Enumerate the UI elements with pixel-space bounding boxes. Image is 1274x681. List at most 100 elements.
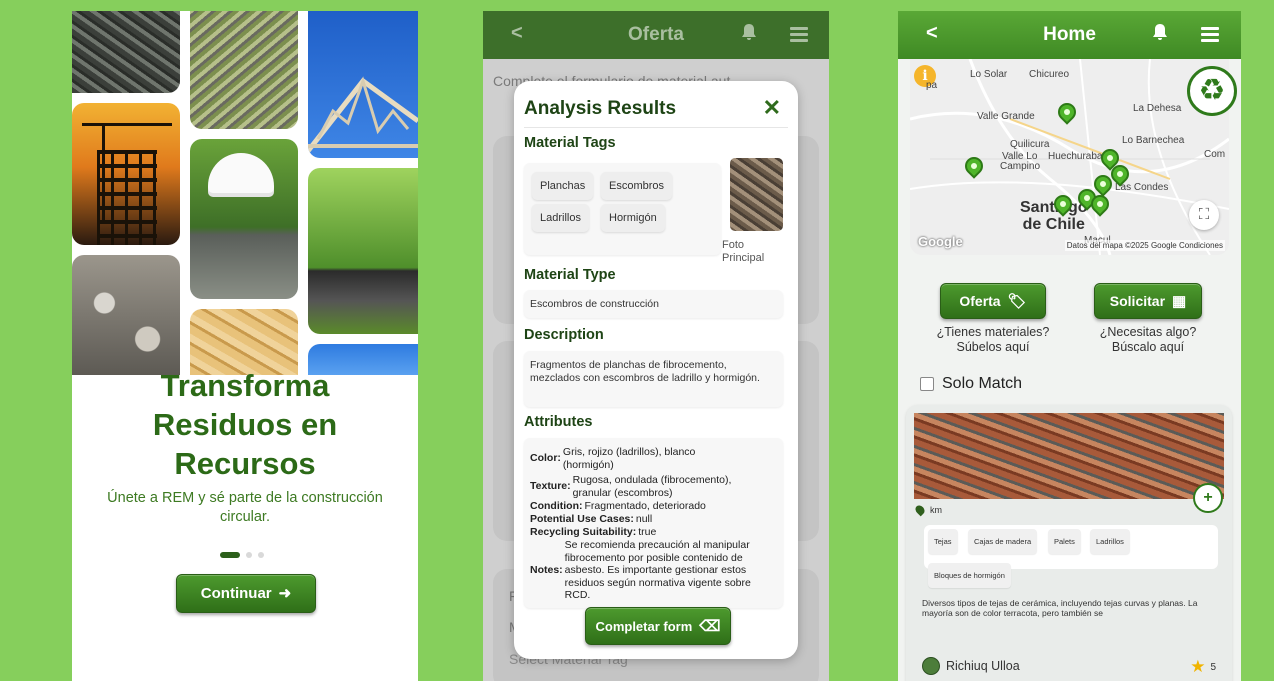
request-caption-line-2: Búscalo aquí bbox=[1111, 340, 1185, 354]
continue-label: Continuar bbox=[200, 585, 272, 602]
offer-caption: ¿Tienes materiales? Súbelos aquí bbox=[928, 325, 1058, 355]
attribute-value: null bbox=[635, 513, 653, 525]
material-type-heading: Material Type bbox=[524, 267, 616, 283]
attribute-key: Color: bbox=[530, 452, 561, 465]
map-label: Valle Grande bbox=[977, 111, 1035, 122]
map-attribution[interactable]: Datos del mapa ©2025 Google Condiciones bbox=[1064, 240, 1225, 251]
hero-title: Transforma Residuos en Recursos bbox=[72, 366, 418, 483]
analysis-results-modal: Analysis Results ✕ Material Tags Plancha… bbox=[514, 81, 798, 659]
listing-description: Diversos tipos de tejas de cerámica, inc… bbox=[922, 598, 1198, 618]
request-caption-line-1: ¿Necesitas algo? bbox=[1099, 325, 1197, 339]
fullscreen-icon[interactable]: ⛶ bbox=[1189, 200, 1219, 230]
distance-label: km bbox=[930, 505, 942, 515]
listing-tag[interactable]: Ladrillos bbox=[1090, 529, 1130, 554]
solo-match-checkbox[interactable] bbox=[920, 377, 934, 391]
top-bar: < Oferta bbox=[483, 11, 829, 59]
building-frame bbox=[97, 150, 157, 245]
attribute-condition: Condition: Fragmentado, deteriorado bbox=[530, 500, 706, 513]
listing-tag[interactable]: Bloques de hormigón bbox=[928, 563, 1011, 588]
description-heading: Description bbox=[524, 327, 604, 343]
listing-card[interactable]: + km Tejas Cajas de madera Palets Ladril… bbox=[906, 405, 1232, 681]
hard-hat-image bbox=[190, 139, 298, 299]
request-caption: ¿Necesitas algo? Búscalo aquí bbox=[1083, 325, 1213, 355]
hero-subtitle: Únete a REM y sé parte de la construcció… bbox=[107, 490, 383, 525]
google-logo: Google bbox=[918, 234, 963, 249]
listing-tag[interactable]: Cajas de madera bbox=[968, 529, 1038, 554]
hero-title-line-3: Recursos bbox=[174, 446, 316, 481]
attributes-box: Color: Gris, rojizo (ladrillos), blanco … bbox=[524, 438, 783, 608]
rebar-field-image bbox=[190, 11, 298, 129]
pallet-icon: ▦ bbox=[1172, 292, 1187, 310]
recycle-icon[interactable]: ♻ bbox=[1187, 66, 1237, 116]
map-label: Campino bbox=[1000, 161, 1041, 172]
truss-drawing bbox=[308, 76, 418, 153]
scrap-on-grass-image bbox=[308, 168, 418, 334]
close-icon[interactable]: ✕ bbox=[763, 95, 781, 121]
complete-form-button[interactable]: Completar form ⌫ bbox=[585, 607, 731, 645]
attribute-recycling: Recycling Suitability: true bbox=[530, 526, 656, 539]
complete-form-label: Completar form bbox=[595, 618, 693, 634]
top-bar: < Home bbox=[898, 11, 1241, 59]
offer-caption-line-2: Súbelos aquí bbox=[956, 340, 1030, 354]
roof-truss-image bbox=[308, 11, 418, 158]
request-label: Solicitar bbox=[1109, 293, 1166, 309]
description-value: Fragmentos de planchas de fibrocemento, … bbox=[530, 359, 760, 384]
divider bbox=[524, 127, 788, 128]
main-photo-thumbnail[interactable] bbox=[730, 158, 783, 231]
bell-icon[interactable] bbox=[741, 23, 757, 47]
offer-button[interactable]: Oferta 🏷 bbox=[940, 283, 1046, 319]
bell-icon[interactable] bbox=[1152, 23, 1168, 47]
material-tag[interactable]: Planchas bbox=[532, 172, 594, 200]
material-tag[interactable]: Ladrillos bbox=[532, 204, 589, 232]
attribute-value: Se recomienda precaución al manipular fi… bbox=[564, 539, 751, 601]
map-label: La Dehesa bbox=[1133, 103, 1182, 114]
listing-tag[interactable]: Palets bbox=[1048, 529, 1081, 554]
description-box: Fragmentos de planchas de fibrocemento, … bbox=[524, 351, 783, 407]
map-view[interactable]: i pa Lo Solar Chicureo Valle Grande La D… bbox=[910, 59, 1229, 255]
offer-screen: < Oferta Complete el formulario de mater… bbox=[483, 11, 829, 681]
page-dot[interactable] bbox=[246, 552, 252, 558]
listing-author[interactable]: Richiuq Ulloa bbox=[922, 657, 1020, 675]
map-label: Chicureo bbox=[1029, 69, 1070, 80]
map-label: pa bbox=[926, 80, 938, 91]
listing-tags: Tejas Cajas de madera Palets Ladrillos B… bbox=[924, 525, 1218, 588]
material-tag[interactable]: Escombros bbox=[601, 172, 673, 200]
listing-image[interactable] bbox=[914, 413, 1224, 499]
menu-icon[interactable] bbox=[1201, 24, 1219, 45]
material-tags-box: Planchas Escombros Ladrillos Hormigón bbox=[524, 163, 721, 255]
page-title: Home bbox=[1043, 24, 1096, 45]
attribute-key: Texture: bbox=[530, 480, 571, 493]
stone-blocks-image bbox=[72, 255, 180, 375]
home-screen: < Home i pa Lo Solar Chicureo Valle Gran… bbox=[898, 11, 1241, 681]
material-tag[interactable]: Hormigón bbox=[601, 204, 665, 232]
offer-caption-line-1: ¿Tienes materiales? bbox=[936, 325, 1050, 339]
author-name: Richiuq Ulloa bbox=[946, 659, 1020, 673]
continue-button[interactable]: Continuar ➜ bbox=[176, 574, 316, 613]
map-label: Com bbox=[1204, 149, 1226, 160]
solo-match-toggle[interactable]: Solo Match bbox=[920, 375, 1022, 393]
attribute-key: Recycling Suitability: bbox=[530, 526, 637, 538]
attributes-heading: Attributes bbox=[524, 414, 593, 430]
page-dot-active[interactable] bbox=[220, 552, 240, 558]
material-tags-heading: Material Tags bbox=[524, 135, 616, 151]
material-type-box: Escombros de construcción bbox=[524, 290, 783, 318]
crane-arm bbox=[82, 123, 172, 126]
star-icon: ★ bbox=[1190, 657, 1206, 676]
construction-crane-image bbox=[72, 103, 180, 245]
attribute-color: Color: Gris, rojizo (ladrillos), blanco … bbox=[530, 446, 700, 471]
page-dot[interactable] bbox=[258, 552, 264, 558]
rating-value: 5 bbox=[1210, 661, 1216, 673]
listing-tag[interactable]: Tejas bbox=[928, 529, 958, 554]
zoom-in-icon[interactable]: + bbox=[1193, 483, 1223, 513]
arrow-right-to-bracket-icon: ➜ bbox=[278, 585, 292, 602]
hero-title-line-2: Residuos en bbox=[152, 407, 338, 442]
attribute-value: Fragmentado, deteriorado bbox=[584, 500, 706, 512]
attribute-value: Gris, rojizo (ladrillos), blanco (hormig… bbox=[562, 446, 696, 471]
request-button[interactable]: Solicitar ▦ bbox=[1094, 283, 1202, 319]
onboarding-screen: Transforma Residuos en Recursos Únete a … bbox=[72, 11, 418, 681]
location-icon bbox=[913, 503, 927, 517]
map-city-line-2: de Chile bbox=[1022, 216, 1085, 233]
menu-icon[interactable] bbox=[790, 24, 808, 45]
avatar bbox=[922, 657, 940, 675]
tag-icon: 🏷 bbox=[1007, 292, 1027, 310]
